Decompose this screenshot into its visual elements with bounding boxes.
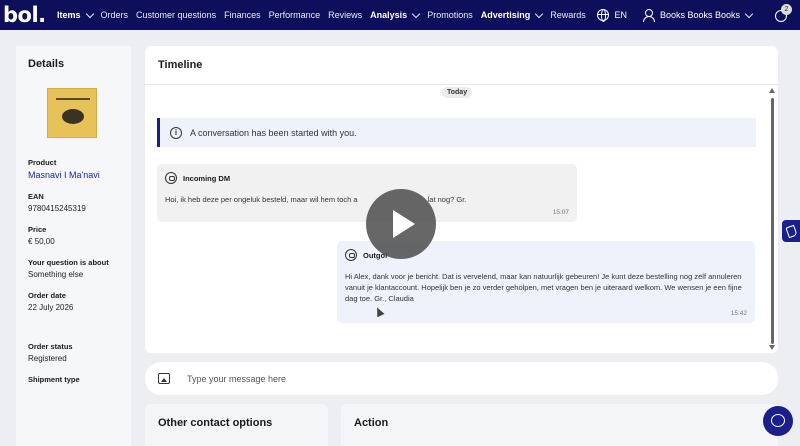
incoming-message-header: Incoming DM <box>165 172 569 184</box>
nav-orders[interactable]: Orders <box>97 10 133 20</box>
price-value: € 50,00 <box>28 237 55 246</box>
incoming-message-text: Hoi, ik heb deze per ongeluk besteld, ma… <box>165 194 569 205</box>
nav-customer-questions[interactable]: Customer questions <box>132 10 220 20</box>
timeline-panel: Timeline Today i A conversation has been… <box>145 46 778 353</box>
other-contact-options-card: Other contact options <box>145 404 328 446</box>
notifications-button[interactable]: 2 <box>774 4 792 23</box>
chat-support-icon[interactable] <box>763 406 793 436</box>
order-date-field: Order date 22 July 2026 <box>28 291 119 312</box>
question-label: Your question is about <box>28 258 109 267</box>
language-selector[interactable]: EN <box>614 10 627 20</box>
ean-label: EAN <box>28 192 44 201</box>
product-field: Product Masnavi I Ma'navi <box>28 158 119 180</box>
action-card: Action <box>341 404 778 446</box>
image-upload-icon[interactable] <box>158 373 170 384</box>
conversation-started-notice: i A conversation has been started with y… <box>157 118 756 147</box>
chevron-down-icon <box>534 9 544 18</box>
account-menu[interactable]: Books Books Books <box>660 10 740 20</box>
book-cover-title-mark <box>56 98 90 100</box>
nav-items[interactable]: Items <box>53 9 97 20</box>
order-date-label: Order date <box>28 291 66 300</box>
product-image[interactable] <box>47 88 97 138</box>
message-input[interactable] <box>187 373 687 384</box>
phone-icon[interactable] <box>782 220 800 242</box>
details-title: Details <box>28 58 65 70</box>
shipment-field: Shipment type <box>28 375 119 384</box>
nav-performance[interactable]: Performance <box>265 10 325 20</box>
action-title: Action <box>354 417 389 429</box>
top-navigation-bar: bol. Items Orders Customer questions Fin… <box>0 0 800 30</box>
question-field: Your question is about Something else <box>28 258 119 279</box>
shipment-label: Shipment type <box>28 375 80 384</box>
chevron-down-icon[interactable] <box>744 9 754 18</box>
nav-analysis[interactable]: Analysis <box>366 9 423 20</box>
message-composer <box>145 362 778 395</box>
order-status-field: Order status Registered <box>28 342 119 363</box>
nav-advertising-label: Advertising <box>480 10 531 20</box>
nav-rewards[interactable]: Rewards <box>546 10 590 20</box>
incoming-message-time: 15:07 <box>552 209 569 216</box>
notice-text: A conversation has been started with you… <box>190 127 357 138</box>
question-value: Something else <box>28 270 84 279</box>
ean-field: EAN 9780415245319 <box>28 192 119 213</box>
price-field: Price € 50,00 <box>28 225 119 246</box>
other-contact-options-title: Other contact options <box>158 417 273 429</box>
chat-bubble-icon <box>165 172 177 184</box>
notification-count-badge: 2 <box>781 4 792 15</box>
timeline-divider <box>145 84 778 85</box>
order-date-value: 22 July 2026 <box>28 303 74 312</box>
nav-analysis-label: Analysis <box>370 10 408 20</box>
timeline-title: Timeline <box>158 59 203 71</box>
book-cover-emblem <box>62 109 84 124</box>
chevron-down-icon <box>411 9 421 18</box>
incoming-message-title: Incoming DM <box>183 173 231 183</box>
outgoing-message-text: Hi Alex, dank voor je bericht. Dat is ve… <box>345 272 742 303</box>
nav-advertising[interactable]: Advertising <box>477 9 547 20</box>
nav-promotions[interactable]: Promotions <box>423 10 477 20</box>
scroll-down-arrow[interactable] <box>769 345 775 350</box>
chevron-down-icon <box>85 9 94 18</box>
info-icon: i <box>170 126 182 139</box>
incoming-text-tail: lat nog? Gr. <box>427 195 467 204</box>
details-panel: Details Product Masnavi I Ma'navi EAN 97… <box>16 46 131 446</box>
main-nav: Items Orders Customer questions Finances… <box>53 9 590 20</box>
scroll-up-arrow[interactable] <box>769 88 775 93</box>
video-play-button[interactable] <box>366 189 436 259</box>
outgoing-message-time: 15:42 <box>730 310 747 317</box>
globe-icon[interactable] <box>597 9 610 22</box>
bol-logo[interactable]: bol. <box>3 3 53 27</box>
nav-reviews[interactable]: Reviews <box>324 10 366 20</box>
nav-items-label: Items <box>57 10 81 20</box>
order-status-label: Order status <box>28 342 73 351</box>
timeline-scrollbar[interactable] <box>771 98 774 344</box>
chat-bubble-icon <box>345 249 357 261</box>
incoming-text-start: Hoi, ik heb deze per ongeluk besteld, ma… <box>165 195 358 204</box>
day-separator: Today <box>442 87 473 98</box>
ean-value: 9780415245319 <box>28 204 86 213</box>
order-status-value: Registered <box>28 354 67 363</box>
nav-finances[interactable]: Finances <box>220 10 265 20</box>
nav-right-group: EN Books Books Books 2 <box>597 4 800 23</box>
product-label: Product <box>28 158 57 167</box>
price-label: Price <box>28 225 47 234</box>
user-icon <box>642 9 655 22</box>
product-link[interactable]: Masnavi I Ma'navi <box>28 170 119 180</box>
